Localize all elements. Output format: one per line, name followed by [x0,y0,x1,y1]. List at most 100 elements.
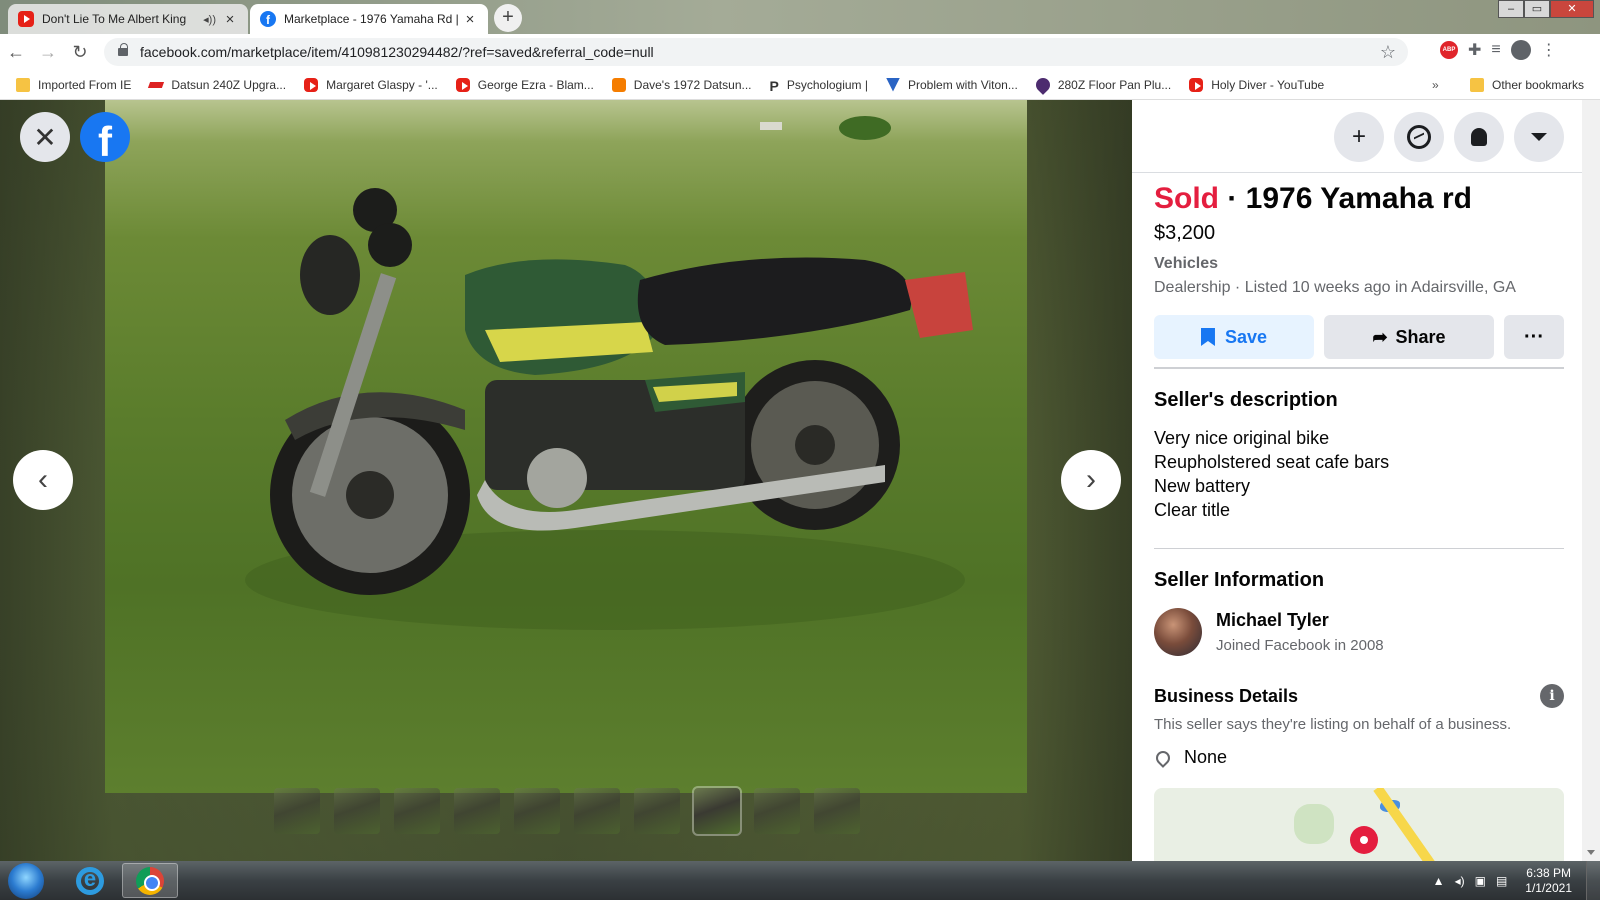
listing-category[interactable]: Vehicles [1154,255,1564,273]
listing-photo[interactable] [105,100,1027,793]
photo-thumbnail[interactable] [394,788,440,834]
window-close-button[interactable]: ✕ [1550,0,1594,18]
bookmark-label: Problem with Viton... [908,77,1018,92]
business-location-value: None [1184,747,1228,767]
messenger-button[interactable] [1394,112,1444,162]
audio-icon[interactable]: ◂)) [203,13,216,26]
save-button[interactable]: Save [1154,315,1314,359]
start-button[interactable] [8,862,44,899]
listing-meta: Dealership · Listed 10 weeks ago in Adai… [1154,279,1516,296]
bookmark-label: Margaret Glaspy - '... [326,77,438,92]
volume-icon[interactable]: ◂) [1455,874,1465,888]
lock-icon[interactable] [118,43,128,56]
internet-explorer-icon: e [76,866,104,895]
business-details-heading: Business Details [1154,685,1299,706]
youtube-icon [1189,77,1204,92]
share-icon: ➦ [1372,326,1388,347]
photo-thumbnail[interactable] [692,786,742,836]
chrome-menu-icon[interactable]: ⋮ [1541,40,1557,60]
title-separator: · [1219,182,1246,215]
listing-actions: Save ➦ Share ··· [1154,315,1564,359]
youtube-icon [304,77,319,92]
clock-date: 1/1/2021 [1525,880,1572,895]
notifications-button[interactable] [1454,112,1504,162]
back-button[interactable]: ← [0,42,32,63]
close-viewer-button[interactable]: ✕ [20,112,70,162]
create-button[interactable]: + [1334,112,1384,162]
scroll-down-arrow-icon[interactable] [1587,850,1595,855]
photo-thumbnail[interactable] [454,788,500,834]
browser-tab-strip: Don't Lie To Me Albert King ◂)) × f Mark… [0,0,1600,34]
bookmark-item[interactable]: Dave's 1972 Datsun... [611,77,752,92]
bookmark-item[interactable]: 280Z Floor Pan Plu... [1032,74,1171,95]
top-actions: + [1334,112,1564,162]
bookmarks-overflow-button[interactable]: » [1432,78,1439,92]
minimize-button[interactable]: – [1498,0,1524,18]
other-bookmarks[interactable]: Other bookmarks [1470,78,1584,92]
profile-avatar-icon[interactable] [1510,40,1531,60]
facebook-logo-icon[interactable]: f [80,112,130,162]
photo-thumbnail[interactable] [814,788,860,834]
business-note: This seller says they're listing on beha… [1154,716,1512,733]
account-menu-button[interactable] [1514,112,1564,162]
bookmark-item[interactable]: Imported From IE [16,77,132,92]
tray-app-icon[interactable]: ▣ [1475,874,1486,888]
bookmark-item[interactable]: Margaret Glaspy - '... [304,77,438,92]
section-divider [1154,548,1564,549]
photo-thumbnail[interactable] [634,788,680,834]
photo-thumbnail[interactable] [514,788,560,834]
extensions-icon[interactable]: ✚ [1468,40,1481,60]
listing-title-text: 1976 Yamaha rd [1245,182,1472,215]
share-button[interactable]: ➦ Share [1324,315,1494,359]
address-bar[interactable]: facebook.com/marketplace/item/4109812302… [104,38,1408,66]
bookmarks-bar: Imported From IE Datsun 240Z Upgra... Ma… [0,70,1600,100]
bookmark-item[interactable]: Datsun 240Z Upgra... [148,78,286,92]
maximize-button[interactable]: ▭ [1524,0,1550,18]
seller-name[interactable]: Michael Tyler [1216,610,1384,631]
youtube-icon [455,77,470,92]
map-marker-icon [1350,826,1378,854]
reload-button[interactable]: ↻ [64,42,96,63]
new-tab-button[interactable]: + [494,4,522,32]
bookmark-item[interactable]: George Ezra - Blam... [455,77,594,92]
previous-photo-button[interactable]: ‹ [13,450,73,510]
bookmark-star-icon[interactable]: ☆ [1380,42,1396,63]
tab-albert-king[interactable]: Don't Lie To Me Albert King ◂)) × [8,4,248,34]
internet-explorer-button[interactable]: e [62,863,118,898]
bookmark-item[interactable]: Problem with Viton... [886,77,1018,92]
tab-close-icon[interactable]: × [222,11,238,28]
tray-expand-icon[interactable]: ▲ [1433,874,1445,888]
listing-panel: + Sold · 1976 Yamaha rd $3,200 Vehicles … [1132,100,1600,861]
seller-avatar[interactable] [1154,608,1202,656]
bookmark-item[interactable]: P Psychologium | [770,78,869,94]
more-options-button[interactable]: ··· [1504,315,1564,359]
photo-thumbnail[interactable] [274,788,320,834]
sold-status: Sold [1154,182,1219,215]
forward-button[interactable]: → [32,42,64,63]
next-photo-button[interactable]: › [1061,450,1121,510]
chrome-taskbar-button[interactable] [122,863,178,898]
panel-scrollbar[interactable] [1582,100,1600,861]
seller-info-heading: Seller Information [1154,569,1325,591]
listing-content: Sold · 1976 Yamaha rd $3,200 Vehicles De… [1153,180,1564,861]
seller-card: Michael Tyler Joined Facebook in 2008 [1154,608,1564,656]
bookmark-label: Imported From IE [38,77,132,92]
show-desktop-button[interactable] [1586,861,1600,900]
adblock-icon[interactable]: ABP [1440,41,1458,59]
description-heading: Seller's description [1154,389,1338,411]
map-road [1373,788,1445,861]
photo-thumbnail[interactable] [754,788,800,834]
network-icon[interactable]: ▤ [1496,874,1507,888]
location-map[interactable] [1154,788,1564,861]
seller-joined: Joined Facebook in 2008 [1216,637,1384,654]
thumbnail-strip [274,786,860,836]
info-icon[interactable]: i [1540,684,1564,708]
system-clock[interactable]: 6:38 PM 1/1/2021 [1525,866,1572,896]
tab-close-icon[interactable]: × [462,11,478,28]
tab-marketplace[interactable]: f Marketplace - 1976 Yamaha Rd | × [250,4,488,34]
photo-thumbnail[interactable] [334,788,380,834]
bookmark-item[interactable]: Holy Diver - YouTube [1189,77,1324,92]
photo-thumbnail[interactable] [574,788,620,834]
listing-title: Sold · 1976 Yamaha rd [1154,180,1564,218]
media-control-icon[interactable]: ≡ [1491,41,1500,59]
